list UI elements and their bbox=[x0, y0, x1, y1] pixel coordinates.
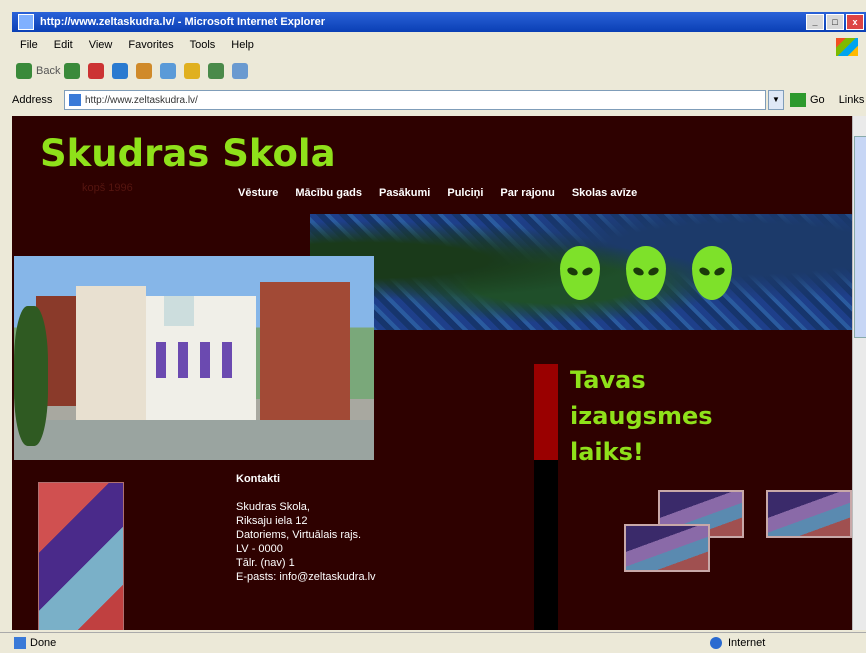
thumbnail-image[interactable] bbox=[766, 490, 852, 538]
nav-macibu-gads[interactable]: Mācību gads bbox=[295, 187, 362, 199]
menu-help[interactable]: Help bbox=[231, 39, 254, 51]
nav-pulcini[interactable]: Pulciņi bbox=[447, 187, 483, 199]
contact-line: Skudras Skola, bbox=[236, 501, 310, 513]
mail-icon[interactable] bbox=[232, 63, 249, 79]
nav-pasakumi[interactable]: Pasākumi bbox=[379, 187, 430, 199]
address-dropdown-icon[interactable]: ▼ bbox=[768, 90, 784, 110]
scrollbar-thumb[interactable] bbox=[854, 136, 866, 338]
nav-par-rajonu[interactable]: Par rajonu bbox=[500, 187, 554, 199]
go-button[interactable]: Go bbox=[790, 93, 825, 107]
menu-favorites[interactable]: Favorites bbox=[128, 39, 173, 51]
decorative-image bbox=[38, 482, 124, 630]
go-label: Go bbox=[810, 94, 825, 106]
nav-vesture[interactable]: Vēsture bbox=[238, 187, 278, 199]
menu-edit[interactable]: Edit bbox=[54, 39, 73, 51]
slogan-accent-bar bbox=[534, 364, 558, 460]
minimize-button[interactable]: _ bbox=[806, 14, 824, 30]
title-bar: http://www.zeltaskudra.lv/ - Microsoft I… bbox=[12, 12, 866, 32]
divider-bar bbox=[534, 460, 558, 630]
contact-title: Kontakti bbox=[236, 473, 280, 485]
vertical-scrollbar[interactable] bbox=[852, 116, 866, 630]
windows-logo-icon bbox=[836, 38, 858, 56]
menu-file[interactable]: File bbox=[20, 39, 38, 51]
contact-email[interactable]: E-pasts: info@zeltaskudra.lv bbox=[236, 570, 376, 584]
favorites-icon[interactable] bbox=[184, 63, 201, 79]
slogan-text: Tavas izaugsmes laiks! bbox=[570, 366, 713, 466]
close-button[interactable]: x bbox=[846, 14, 864, 30]
contact-line: Riksaju iela 12 bbox=[236, 515, 308, 527]
menu-bar: File Edit View Favorites Tools Help bbox=[12, 34, 866, 56]
zone-label: Internet bbox=[728, 637, 766, 649]
contact-line: Tālr. (nav) 1 bbox=[236, 557, 295, 569]
address-bar: Address http://www.zeltaskudra.lv/ ▼ Go … bbox=[12, 88, 866, 112]
go-arrow-icon bbox=[790, 93, 806, 107]
links-button[interactable]: Links bbox=[839, 94, 865, 106]
back-icon[interactable] bbox=[16, 63, 32, 79]
back-button-label[interactable]: Back bbox=[36, 65, 60, 77]
security-zone: Internet bbox=[710, 637, 765, 649]
browser-window: http://www.zeltaskudra.lv/ - Microsoft I… bbox=[0, 0, 866, 653]
window-title: http://www.zeltaskudra.lv/ - Microsoft I… bbox=[40, 16, 326, 28]
contact-block: Kontakti Skudras Skola, Riksaju iela 12 … bbox=[236, 472, 376, 584]
address-url[interactable]: http://www.zeltaskudra.lv/ bbox=[85, 95, 198, 106]
stop-icon[interactable] bbox=[88, 63, 105, 79]
thumbnail-image[interactable] bbox=[624, 524, 710, 572]
menu-view[interactable]: View bbox=[89, 39, 113, 51]
toolbar: Back bbox=[12, 58, 866, 84]
home-icon[interactable] bbox=[136, 63, 153, 79]
menu-tools[interactable]: Tools bbox=[190, 39, 216, 51]
refresh-icon[interactable] bbox=[112, 63, 129, 79]
maximize-button[interactable]: □ bbox=[826, 14, 844, 30]
address-label: Address bbox=[12, 94, 53, 106]
site-title[interactable]: Skudras Skola bbox=[40, 132, 336, 175]
status-text: Done bbox=[30, 637, 57, 649]
forward-icon[interactable] bbox=[64, 63, 81, 79]
ie-icon bbox=[18, 14, 34, 30]
contact-line: Datoriems, Virtuālais rajs. bbox=[236, 529, 362, 541]
page-done-icon bbox=[14, 637, 26, 649]
school-building-photo bbox=[14, 256, 374, 460]
site-subtitle: kopš 1996 bbox=[82, 182, 133, 194]
history-icon[interactable] bbox=[208, 63, 225, 79]
globe-icon bbox=[710, 637, 722, 649]
page-icon bbox=[69, 94, 81, 106]
search-icon[interactable] bbox=[160, 63, 177, 79]
contact-line: LV - 0000 bbox=[236, 543, 283, 555]
nav-skolas-avize[interactable]: Skolas avīze bbox=[572, 187, 637, 199]
site-nav: Vēsture Mācību gads Pasākumi Pulciņi Par… bbox=[238, 187, 654, 199]
address-field[interactable]: http://www.zeltaskudra.lv/ bbox=[64, 90, 766, 110]
status-bar: Done Internet bbox=[0, 632, 866, 653]
page-content: Skudras Skola kopš 1996 Vēsture Mācību g… bbox=[12, 116, 852, 630]
